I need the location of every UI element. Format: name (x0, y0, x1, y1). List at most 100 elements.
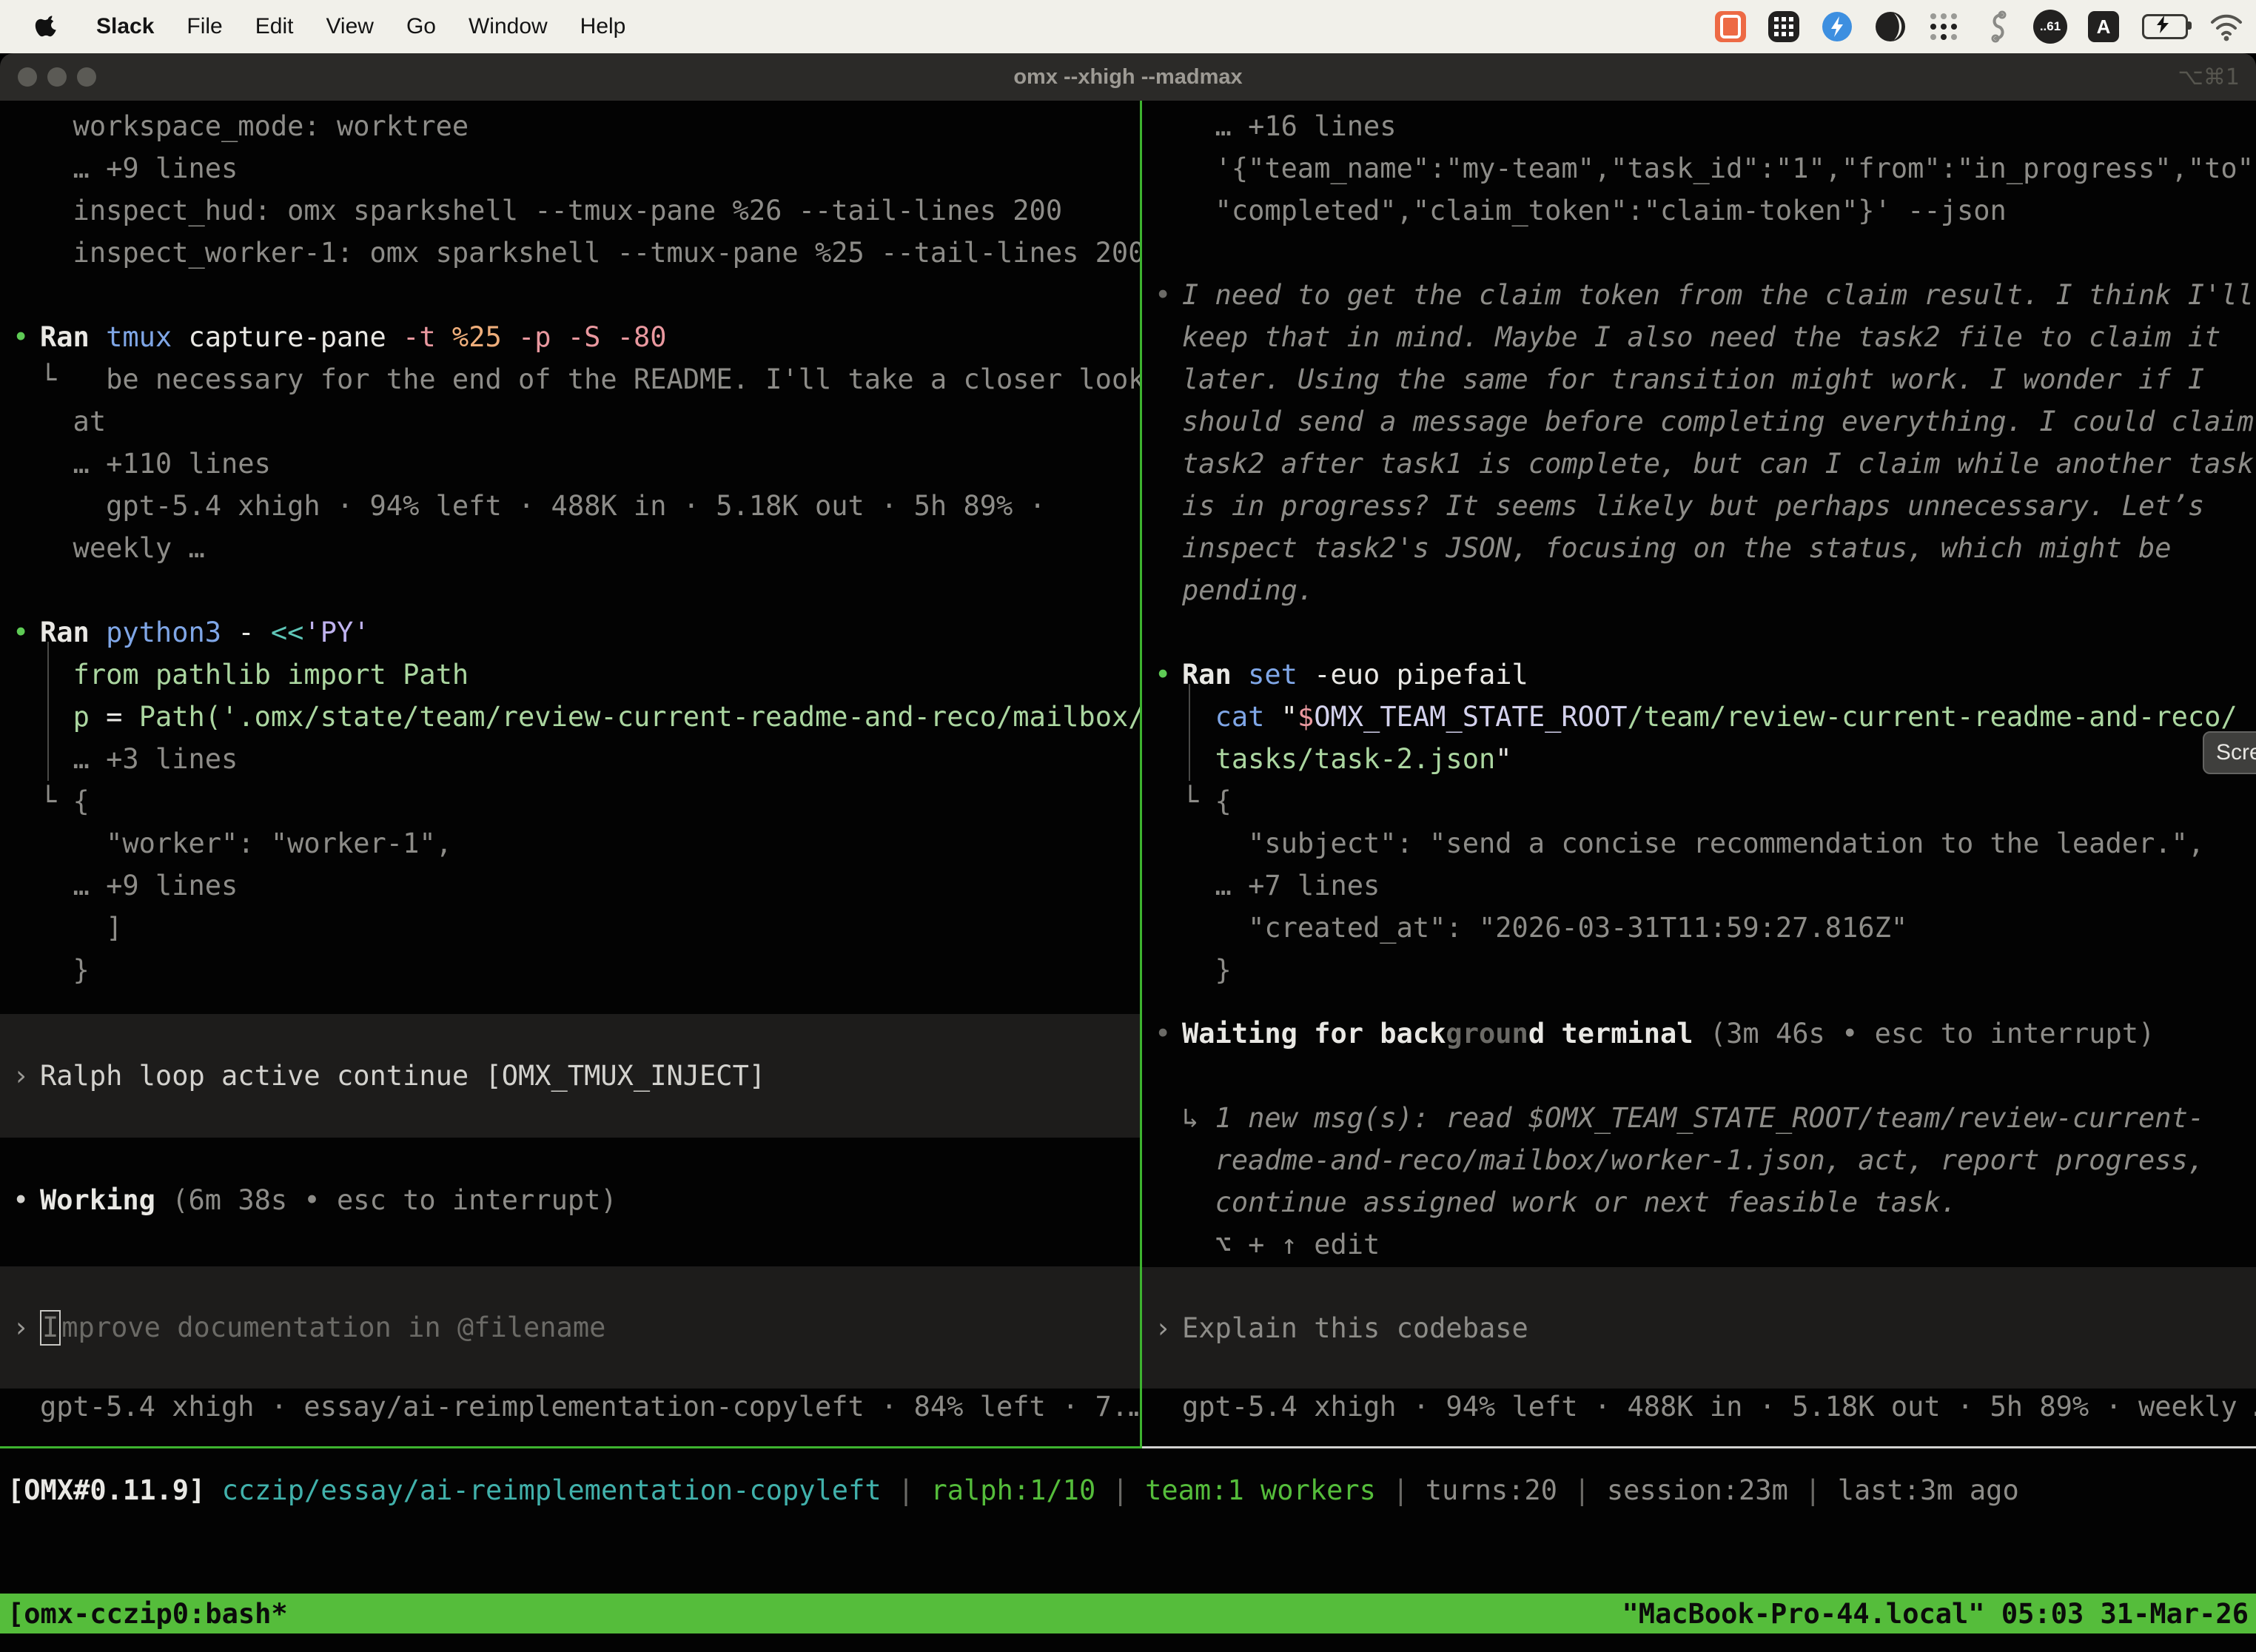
terminal-line: inspect_hud: omx sparkshell --tmux-pane … (0, 189, 1140, 232)
menu-items: Slack File Edit View Go Window Help (96, 14, 625, 39)
terminal-line: … +7 lines (1142, 864, 2256, 907)
ralph-loop-text: Ralph loop active continue [OMX_TMUX_INJ… (40, 1060, 765, 1092)
terminal-line: •Ran tmux capture-pane -t %25 -p -S -80 (0, 316, 1140, 358)
menu-bar: Slack File Edit View Go Window Help (0, 0, 2256, 53)
bolt-badge-icon[interactable] (1819, 9, 1855, 44)
terminal-line: •Waiting for background terminal (3m 46s… (1142, 1013, 2256, 1055)
bullet-icon: • (13, 611, 29, 654)
terminal-line: └ { (0, 780, 1140, 822)
chat-icon[interactable] (1713, 9, 1748, 44)
terminal-line: is in progress? It seems likely but perh… (1142, 485, 2256, 527)
terminal-line (0, 274, 1140, 316)
terminal-line: p = Path('.omx/state/team/review-current… (0, 696, 1140, 738)
right-pane[interactable]: … +16 lines '{"team_name":"my-team","tas… (1142, 101, 2256, 1446)
menu-item-help[interactable]: Help (580, 14, 626, 39)
terminal-line: •Ran python3 - <<'PY' (0, 611, 1140, 654)
menu-item-edit[interactable]: Edit (255, 14, 294, 39)
right-session-statusline: gpt-5.4 xhigh · 94% left · 488K in · 5.1… (1142, 1386, 2256, 1428)
terminal-line: inspect task2's JSON, focusing on the st… (1142, 527, 2256, 569)
close-button[interactable] (18, 67, 37, 87)
right-pane-output: … +16 lines '{"team_name":"my-team","tas… (1142, 101, 2256, 991)
composer-input-left[interactable]: › Improve documentation in @filename (0, 1266, 1140, 1389)
wifi-icon[interactable] (2209, 9, 2244, 44)
left-pane[interactable]: workspace_mode: worktree … +9 lines insp… (0, 101, 1140, 1446)
terminal-line: [OMX#0.11.9] cczip/essay/ai-reimplementa… (7, 1469, 2256, 1511)
terminal-line: •Ran set -euo pipefail (1142, 654, 2256, 696)
badge-61-icon[interactable]: ..61 (2032, 9, 2068, 44)
terminal-line: workspace_mode: worktree (0, 105, 1140, 147)
screen: Slack File Edit View Go Window Help (0, 0, 2256, 1652)
terminal-line: weekly … (0, 527, 1140, 569)
tmux-host-clock: "MacBook-Pro-44.local" 05:03 31-Mar-26 (1622, 1598, 2249, 1630)
terminal-line (1142, 611, 2256, 654)
terminal-line: •Working (6m 38s • esc to interrupt) (0, 1179, 1140, 1221)
terminal-line: gpt-5.4 xhigh · 94% left · 488K in · 5.1… (0, 485, 1140, 527)
terminal-line: pending. (1142, 569, 2256, 611)
terminal-line: "created_at": "2026-03-31T11:59:27.816Z" (1142, 907, 2256, 949)
terminal-line: ⌥ + ↑ edit (1142, 1223, 2256, 1266)
terminal-line: '{"team_name":"my-team","task_id":"1","f… (1142, 147, 2256, 189)
bullet-icon: • (13, 316, 29, 358)
hook-icon[interactable] (1979, 9, 2015, 44)
terminal-line: "worker": "worker-1", (0, 822, 1140, 864)
terminal-line: tasks/task-2.json" (1142, 738, 2256, 780)
terminal-line: ] (0, 907, 1140, 949)
terminal-line: … +16 lines (1142, 105, 2256, 147)
prompt-chevron: › (1155, 1312, 1171, 1344)
apple-icon[interactable] (28, 9, 64, 44)
terminal-line: … +3 lines (0, 738, 1140, 780)
composer-placeholder: Improve documentation in @filename (40, 1310, 605, 1346)
bullet-icon: • (13, 1179, 29, 1221)
terminal-line: continue assigned work or next feasible … (1142, 1181, 2256, 1223)
terminal-line: "subject": "send a concise recommendatio… (1142, 822, 2256, 864)
menu-item-view[interactable]: View (326, 14, 373, 39)
terminal-line: └ be necessary for the end of the README… (0, 358, 1140, 400)
input-source-icon[interactable]: A (2086, 9, 2121, 44)
working-status: •Working (6m 38s • esc to interrupt) (0, 1179, 1140, 1221)
terminal-line: "completed","claim_token":"claim-token"}… (1142, 189, 2256, 232)
pane-border-bottom-right (1142, 1446, 2256, 1448)
code-block-rule (1189, 684, 1190, 781)
terminal-line: ↳ 1 new msg(s): read $OMX_TEAM_STATE_ROO… (1142, 1097, 2256, 1139)
terminal-line: … +9 lines (0, 147, 1140, 189)
window-titlebar[interactable]: omx --xhigh --madmax ⌥⌘1 (0, 53, 2256, 101)
omx-status-line: [OMX#0.11.9] cczip/essay/ai-reimplementa… (7, 1469, 2256, 1511)
terminal-line: later. Using the same for transition mig… (1142, 358, 2256, 400)
terminal-line: } (0, 949, 1140, 991)
badge-61-label: ..61 (2033, 10, 2067, 44)
prompt-chevron: › (13, 1060, 29, 1092)
terminal-line (1142, 232, 2256, 274)
tmux-session-label: [omx-cczip0:bash* (7, 1598, 288, 1630)
tooltip-label: Scre (2216, 740, 2256, 765)
battery-charging-icon[interactable] (2139, 9, 2191, 44)
menu-bar-left: Slack File Edit View Go Window Help (0, 9, 625, 44)
terminal-line: at (0, 400, 1140, 443)
ralph-loop-banner[interactable]: › Ralph loop active continue [OMX_TMUX_I… (0, 1014, 1140, 1138)
composer-input-right[interactable]: › Explain this codebase (1142, 1267, 2256, 1389)
prompt-chevron: › (13, 1312, 29, 1343)
pane-divider[interactable] (1140, 101, 1142, 1446)
terminal-line: should send a message before completing … (1142, 400, 2256, 443)
terminal-line: task2 after task1 is complete, but can I… (1142, 443, 2256, 485)
composer-suggestion: Explain this codebase (1182, 1312, 1528, 1344)
dots-grid-icon[interactable] (1926, 9, 1961, 44)
minimize-button[interactable] (47, 67, 67, 87)
terminal-line (0, 569, 1140, 611)
menu-item-window[interactable]: Window (469, 14, 548, 39)
screen-tooltip: Scre (2203, 731, 2256, 774)
menu-item-file[interactable]: File (187, 14, 222, 39)
terminal-line: … +110 lines (0, 443, 1140, 485)
waiting-status-block: •Waiting for background terminal (3m 46s… (1142, 1013, 2256, 1266)
terminal-line: inspect_worker-1: omx sparkshell --tmux-… (0, 232, 1140, 274)
tmux-statusbar[interactable]: [omx-cczip0:bash* "MacBook-Pro-44.local"… (0, 1594, 2256, 1633)
terminal-line: } (1142, 949, 2256, 991)
terminal-line: readme-and-reco/mailbox/worker-1.json, a… (1142, 1139, 2256, 1181)
menu-item-slack[interactable]: Slack (96, 14, 154, 39)
zoom-button[interactable] (77, 67, 96, 87)
keypad-icon[interactable] (1766, 9, 1802, 44)
terminal[interactable]: workspace_mode: worktree … +9 lines insp… (0, 101, 2256, 1652)
bullet-icon: • (1155, 654, 1171, 696)
disk-crescent-icon[interactable] (1873, 9, 1908, 44)
bullet-icon: • (1155, 1013, 1171, 1055)
menu-item-go[interactable]: Go (406, 14, 436, 39)
